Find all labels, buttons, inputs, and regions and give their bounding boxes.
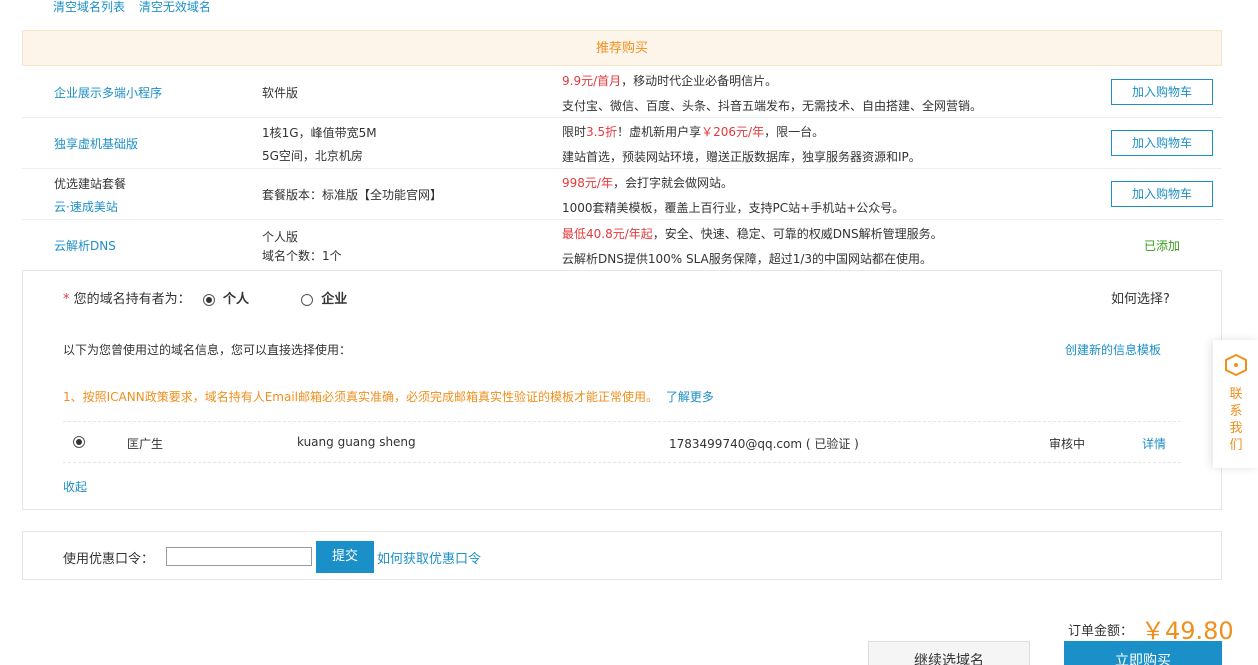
required-mark: * [63,292,70,307]
icann-notice: 1、按照ICANN政策要求，域名持有人Email邮箱必须真实准确，必须完成邮箱真… [63,388,714,405]
add-to-cart-button[interactable]: 加入购物车 [1111,181,1213,207]
product-name: 企业展示多端小程序 [54,67,162,118]
product-spec: 套餐版本：标准版【全功能官网】 [262,169,442,220]
spec-line: 软件版 [262,86,299,100]
product-name: 云解析DNS [54,220,116,271]
added-status: 已添加 [1144,239,1181,253]
spec-line: 域名个数：1个 [262,248,342,263]
holder-type-label: 您的域名持有者为： [73,292,191,307]
price-highlight: 9.9元/首月 [562,73,622,88]
coupon-input[interactable] [166,547,312,566]
desc-text: 限时 [562,124,587,139]
product-link[interactable]: 云解析DNS [54,237,116,254]
buy-now-button[interactable]: 立即购买 [1064,641,1222,665]
product-title: 优选建站套餐 [54,176,127,191]
radio-checked-icon[interactable] [202,293,215,306]
product-spec: 1核1G，峰值带宽5M 5G空间，北京机房 [262,118,377,169]
template-detail-link[interactable]: 详情 [1142,435,1166,452]
desc-line-2: 1000套精美模板，覆盖上百行业，支持PC站+手机站+公众号。 [562,200,905,215]
contact-us-sidebar[interactable]: 联系我们 [1213,340,1258,468]
desc-line-1: 998元/年，会打字就会做网站。 [562,174,904,191]
clear-domain-list-link[interactable]: 清空域名列表 [53,0,125,14]
recommend-row: 优选建站套餐 云·速成美站 套餐版本：标准版【全功能官网】 998元/年，会打字… [22,169,1222,220]
contact-us-text: 联系我们 [1229,387,1243,453]
product-name: 独享虚机基础版 [54,118,138,169]
product-link[interactable]: 企业展示多端小程序 [54,84,162,101]
product-desc: 9.9元/首月，移动时代企业必备明信片。 支付宝、微信、百度、头条、抖音五端发布… [562,67,982,118]
recommend-header: 推荐购买 [22,30,1222,66]
product-link[interactable]: 独享虚机基础版 [54,135,138,152]
desc-line-1: 最低40.8元/年起，安全、快速、稳定、可靠的权威DNS解析管理服务。 [562,225,943,242]
learn-more-link[interactable]: 了解更多 [666,390,714,404]
holder-type-row: * 您的域名持有者为： 个人 企业 [63,288,347,307]
desc-text: ！虚机新用户享 [617,124,702,139]
coupon-help-link[interactable]: 如何获取优惠口令 [377,548,481,567]
create-template-link[interactable]: 创建新的信息模板 [1065,341,1161,358]
clear-invalid-domains-link[interactable]: 清空无效域名 [139,0,211,14]
recommend-row: 企业展示多端小程序 软件版 9.9元/首月，移动时代企业必备明信片。 支付宝、微… [22,67,1222,118]
product-desc: 最低40.8元/年起，安全、快速、稳定、可靠的权威DNS解析管理服务。 云解析D… [562,220,943,271]
template-row[interactable]: 匡广生 kuang guang sheng 1783499740@qq.com … [63,421,1181,463]
coupon-submit-button[interactable]: 提交 [316,541,374,573]
desc-text: ，移动时代企业必备明信片。 [621,73,778,88]
radio-personal[interactable]: 个人 [202,292,253,307]
price-highlight: 3.5折 [586,124,618,139]
template-name-cn: 匡广生 [127,437,164,451]
add-to-cart-button[interactable]: 加入购物车 [1111,130,1213,156]
product-spec: 个人版 域名个数：1个 [262,220,342,271]
price-highlight: 998元/年 [562,175,613,190]
desc-line-2: 建站首选，预装网站环境，赠送正版数据库，独享服务器资源和IP。 [562,149,921,164]
desc-text: ，会打字就会做网站。 [612,175,733,190]
template-name-en: kuang guang sheng [297,435,416,449]
order-total-label: 订单金额： [1068,624,1134,639]
collapse-link[interactable]: 收起 [63,478,87,495]
recommend-row: 独享虚机基础版 1核1G，峰值带宽5M 5G空间，北京机房 限时3.5折！虚机新… [22,118,1222,169]
price-highlight: 最低40.8元/年起 [562,226,653,241]
spec-line: 1核1G，峰值带宽5M [262,125,377,140]
desc-line-1: 9.9元/首月，移动时代企业必备明信片。 [562,72,982,89]
radio-unchecked-icon[interactable] [301,293,314,306]
desc-text: ，安全、快速、稳定、可靠的权威DNS解析管理服务。 [652,226,943,241]
top-links: 清空域名列表 清空无效域名 [53,0,221,15]
notice-text: 1、按照ICANN政策要求，域名持有人Email邮箱必须真实准确，必须完成邮箱真… [63,390,659,404]
coupon-label: 使用优惠口令： [63,552,155,567]
spec-line: 套餐版本：标准版【全功能官网】 [262,188,443,202]
product-name: 优选建站套餐 云·速成美站 [54,169,126,220]
contact-icon [1225,353,1247,377]
product-spec: 软件版 [262,67,298,118]
price-highlight: ￥206元/年 [701,124,765,139]
desc-line-1: 限时3.5折！虚机新用户享￥206元/年，限一台。 [562,123,921,140]
product-link[interactable]: 云·速成美站 [54,198,126,215]
desc-line-2: 支付宝、微信、百度、头条、抖音五端发布，无需技术、自由搭建、全网营销。 [562,98,983,113]
continue-select-domain-button[interactable]: 继续选域名 [868,641,1030,665]
radio-personal-label: 个人 [222,292,249,307]
product-desc: 998元/年，会打字就会做网站。 1000套精美模板，覆盖上百行业，支持PC站+… [562,169,904,220]
template-radio[interactable] [73,436,85,448]
template-status: 审核中 [1049,437,1086,451]
product-desc: 限时3.5折！虚机新用户享￥206元/年，限一台。 建站首选，预装网站环境，赠送… [562,118,921,169]
desc-text: ，限一台。 [764,124,825,139]
coupon-panel: 使用优惠口令： 提交 如何获取优惠口令 [22,531,1222,580]
spec-line: 5G空间，北京机房 [262,148,363,163]
template-intro: 以下为您曾使用过的域名信息，您可以直接选择使用： [63,343,352,357]
spec-line: 个人版 [262,229,299,244]
template-email: 1783499740@qq.com ( 已验证 ) [669,437,859,451]
how-to-choose-link[interactable]: 如何选择? [1111,288,1170,307]
radio-company[interactable]: 企业 [301,292,347,307]
desc-line-2: 云解析DNS提供100% SLA服务保障，超过1/3的中国网站都在使用。 [562,251,933,266]
add-to-cart-button[interactable]: 加入购物车 [1111,79,1213,105]
radio-company-label: 企业 [321,292,348,307]
domain-holder-panel: * 您的域名持有者为： 个人 企业 如何选择? 以下为您曾使用过的域名信息，您可… [22,270,1222,510]
recommend-row: 云解析DNS 个人版 域名个数：1个 最低40.8元/年起，安全、快速、稳定、可… [22,220,1222,271]
